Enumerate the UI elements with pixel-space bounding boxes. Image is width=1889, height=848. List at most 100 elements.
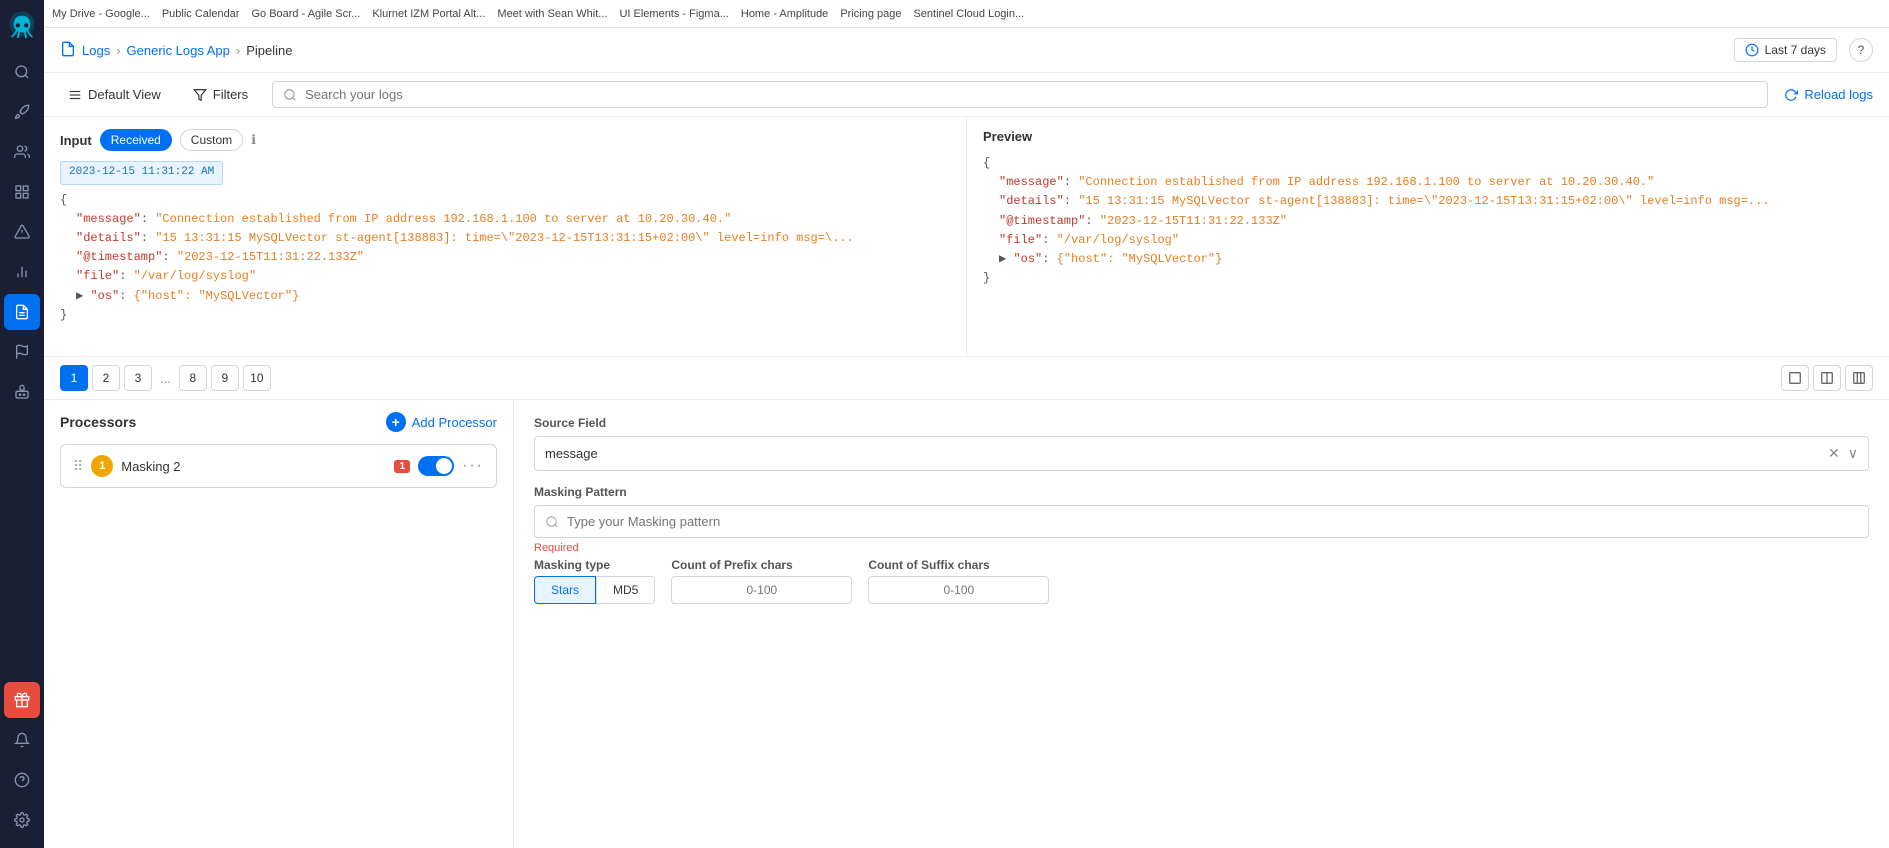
page-btn-10[interactable]: 10 [243, 365, 271, 391]
help-button[interactable]: ? [1849, 38, 1873, 62]
sidebar-item-search[interactable] [4, 54, 40, 90]
sidebar [0, 0, 44, 848]
view-full-icon[interactable] [1781, 365, 1809, 391]
log-content-input: 2023-12-15 11:31:22 AM { "message": "Con… [60, 161, 950, 325]
source-field-expand-icon[interactable]: ∨ [1848, 445, 1858, 462]
processor-more-button[interactable]: ··· [462, 457, 484, 475]
masking-options: Masking type Stars MD5 Count of Prefix c… [534, 558, 1869, 604]
breadcrumb-current: Pipeline [246, 43, 292, 58]
masking-type-stars-button[interactable]: Stars [534, 576, 596, 604]
reload-icon [1784, 88, 1798, 102]
masking-type-option: Masking type Stars MD5 [534, 558, 655, 604]
tab-received[interactable]: Received [100, 129, 172, 151]
breadcrumb-sep-1: › [116, 43, 120, 58]
prefix-chars-label: Count of Prefix chars [671, 558, 852, 572]
page-btn-2[interactable]: 2 [92, 365, 120, 391]
sidebar-item-alert[interactable] [4, 214, 40, 250]
sidebar-item-chart[interactable] [4, 254, 40, 290]
masking-type-label: Masking type [534, 558, 655, 572]
input-panel-title: Input [60, 133, 92, 148]
processors-title: Processors [60, 414, 386, 430]
processor-name: Masking 2 [121, 459, 386, 474]
add-processor-icon: + [386, 412, 406, 432]
info-icon[interactable]: ℹ [251, 132, 256, 148]
sidebar-item-settings[interactable] [4, 802, 40, 838]
topbar: My Drive - Google... Public Calendar Go … [44, 0, 1889, 28]
log-content-preview: { "message": "Connection established fro… [983, 154, 1873, 288]
sidebar-item-bell[interactable] [4, 722, 40, 758]
filters-button[interactable]: Filters [185, 83, 256, 106]
breadcrumb-sep-2: › [236, 43, 240, 58]
prefix-chars-option: Count of Prefix chars [671, 558, 852, 604]
header-right: Last 7 days ? [1734, 38, 1873, 62]
masking-pattern-label: Masking Pattern [534, 485, 1869, 499]
os-expand-icon[interactable]: ▶ [76, 289, 83, 303]
drag-handle-icon[interactable]: ⠿ [73, 458, 83, 475]
topbar-item: Klurnet IZM Portal Alt... [372, 8, 485, 20]
suffix-chars-label: Count of Suffix chars [868, 558, 1049, 572]
sidebar-item-help[interactable] [4, 762, 40, 798]
sidebar-item-grid[interactable] [4, 174, 40, 210]
pagination-bar: 1 2 3 ... 8 9 10 [44, 357, 1889, 400]
sidebar-item-logs[interactable] [4, 294, 40, 330]
masking-type-buttons: Stars MD5 [534, 576, 655, 604]
masking-type-md5-button[interactable]: MD5 [596, 576, 655, 604]
processor-badge: 1 [394, 460, 410, 473]
help-icon: ? [1858, 43, 1865, 57]
source-field-input[interactable]: message ✕ ∨ [534, 436, 1869, 471]
topbar-item: Public Calendar [162, 8, 240, 20]
reload-label: Reload logs [1804, 87, 1873, 102]
source-field-label: Source Field [534, 416, 1869, 430]
masking-pattern-input[interactable] [534, 505, 1869, 538]
topbar-item: Pricing page [840, 8, 901, 20]
processors-header: Processors + Add Processor [60, 412, 497, 432]
breadcrumb-logs[interactable]: Logs [82, 43, 110, 58]
time-range-selector[interactable]: Last 7 days [1734, 38, 1837, 62]
preview-panel: Preview { "message": "Connection establi… [967, 117, 1889, 356]
sidebar-item-flag[interactable] [4, 334, 40, 370]
sidebar-item-gift[interactable] [4, 682, 40, 718]
page-btn-8[interactable]: 8 [179, 365, 207, 391]
breadcrumb-app[interactable]: Generic Logs App [127, 43, 230, 58]
content-area: Input Received Custom ℹ 2023-12-15 11:31… [44, 117, 1889, 848]
page-dots: ... [156, 371, 175, 386]
sidebar-item-robot[interactable] [4, 374, 40, 410]
view-icons [1781, 365, 1873, 391]
input-panel: Input Received Custom ℹ 2023-12-15 11:31… [44, 117, 967, 356]
view-split-icon[interactable] [1813, 365, 1841, 391]
processor-item[interactable]: ⠿ 1 Masking 2 1 ··· [60, 444, 497, 488]
bottom-section: Processors + Add Processor ⠿ 1 Masking 2… [44, 400, 1889, 848]
preview-os-expand-icon[interactable]: ▶ [999, 252, 1006, 266]
topbar-item: Go Board - Agile Scr... [251, 8, 360, 20]
sidebar-logo[interactable] [6, 8, 38, 40]
suffix-chars-input[interactable] [868, 576, 1049, 604]
reload-button[interactable]: Reload logs [1784, 87, 1873, 102]
page-btn-3[interactable]: 3 [124, 365, 152, 391]
panels: Input Received Custom ℹ 2023-12-15 11:31… [44, 117, 1889, 357]
tab-custom[interactable]: Custom [180, 129, 243, 151]
default-view-button[interactable]: Default View [60, 83, 169, 106]
input-panel-header: Input Received Custom ℹ [60, 129, 950, 151]
search-bar[interactable] [272, 81, 1768, 108]
topbar-item: My Drive - Google... [52, 8, 150, 20]
add-processor-button[interactable]: + Add Processor [386, 412, 497, 432]
search-input[interactable] [305, 87, 1757, 102]
page-btn-1[interactable]: 1 [60, 365, 88, 391]
config-panel: Source Field message ✕ ∨ Masking Pattern… [514, 400, 1889, 848]
required-text: Required [534, 542, 1869, 554]
preview-panel-header: Preview [983, 129, 1873, 144]
topbar-item: UI Elements - Figma... [619, 8, 728, 20]
logs-doc-icon [60, 41, 76, 60]
add-processor-label: Add Processor [412, 415, 497, 430]
search-icon [283, 88, 297, 102]
processor-toggle[interactable] [418, 456, 454, 476]
view-thirds-icon[interactable] [1845, 365, 1873, 391]
sidebar-item-rocket[interactable] [4, 94, 40, 130]
source-field-clear-icon[interactable]: ✕ [1828, 445, 1840, 462]
prefix-chars-input[interactable] [671, 576, 852, 604]
sidebar-item-users[interactable] [4, 134, 40, 170]
processor-number: 1 [91, 455, 113, 477]
pattern-search-icon [545, 515, 559, 529]
page-btn-9[interactable]: 9 [211, 365, 239, 391]
masking-pattern-field[interactable] [567, 514, 1858, 529]
